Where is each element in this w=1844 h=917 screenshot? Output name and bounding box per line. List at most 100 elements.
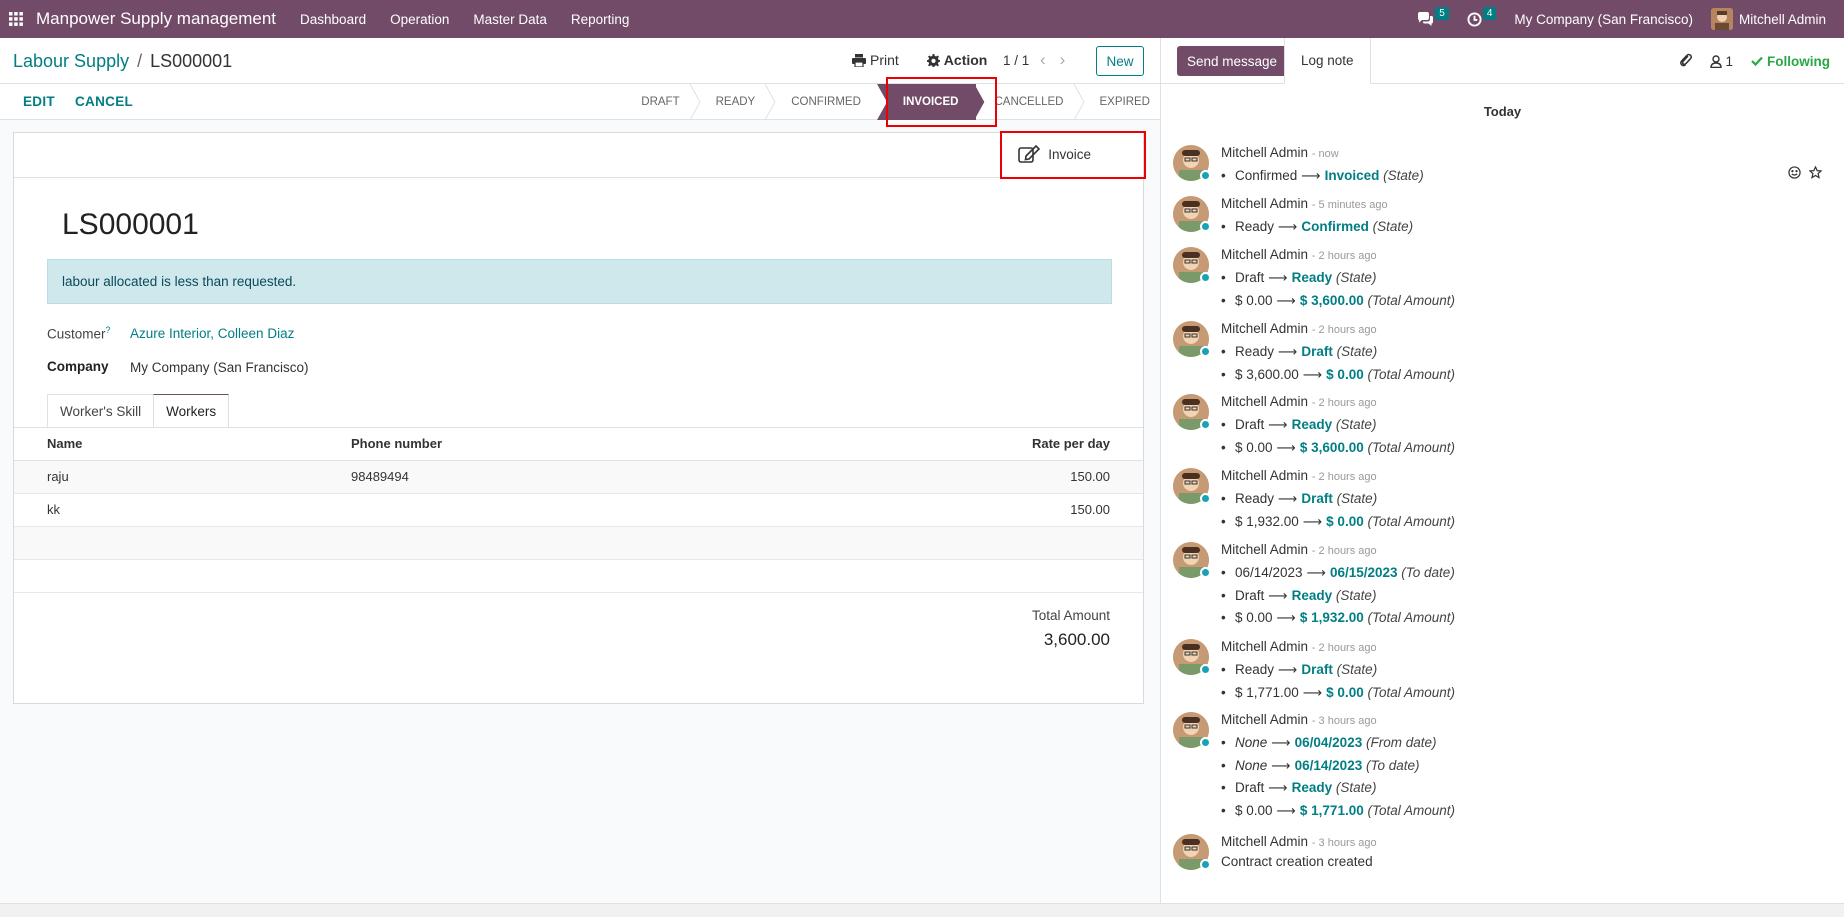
stage-invoiced-label: INVOICED (902, 96, 959, 108)
breadcrumb-parent[interactable]: Labour Supply (13, 51, 129, 72)
new-value: $ 3,600.00 (1299, 439, 1364, 455)
action-dropdown[interactable]: Action (926, 52, 987, 68)
menu-reporting[interactable]: Reporting (559, 12, 642, 27)
author-name[interactable]: Mitchell Admin (1221, 834, 1308, 849)
online-status-icon (1200, 170, 1211, 181)
stage-invoiced[interactable]: INVOICED (876, 84, 985, 120)
followers-button[interactable]: 1 (1710, 54, 1733, 69)
pager-value[interactable]: 1 / 1 (1003, 53, 1029, 68)
message-actions (1788, 165, 1823, 182)
online-status-icon (1200, 346, 1211, 357)
menu-operation[interactable]: Operation (378, 12, 461, 27)
following-button[interactable]: Following (1751, 54, 1830, 69)
app-brand[interactable]: Manpower Supply management (36, 9, 276, 29)
stage-expired[interactable]: EXPIRED (1080, 84, 1161, 120)
tracking-value: None⟶06/14/2023 (To date) (1221, 755, 1455, 778)
author-name[interactable]: Mitchell Admin (1221, 712, 1308, 727)
stage-confirmed[interactable]: CONFIRMED (771, 84, 877, 120)
send-message-button[interactable]: Send message (1177, 46, 1288, 76)
stage-expired-label: EXPIRED (1099, 96, 1151, 108)
breadcrumb-separator: / (137, 51, 143, 71)
total-amount-value: 3,600.00 (1043, 630, 1110, 649)
message-author: Mitchell Admin - now (1221, 145, 1339, 160)
old-value: Confirmed (1235, 168, 1298, 183)
tracking-value: 06/14/2023⟶06/15/2023 (To date) (1221, 562, 1455, 585)
author-name[interactable]: Mitchell Admin (1221, 321, 1308, 336)
message-time: - 3 hours ago (1311, 715, 1377, 727)
print-dropdown[interactable]: Print (852, 52, 899, 68)
apps-menu-icon[interactable] (0, 0, 32, 38)
company-switcher[interactable]: My Company (San Francisco) (1514, 12, 1693, 27)
gear-icon (926, 53, 940, 67)
company-value: My Company (San Francisco) (130, 360, 309, 375)
tracking-value: None⟶06/04/2023 (From date) (1221, 732, 1455, 755)
stage-draft[interactable]: DRAFT (621, 84, 701, 120)
arrow-right-icon: ⟶ (1271, 757, 1291, 773)
breadcrumb-current: LS000001 (150, 51, 233, 71)
cell-name: raju (14, 460, 318, 494)
author-name[interactable]: Mitchell Admin (1221, 247, 1308, 262)
tab-workers-skill[interactable]: Worker's Skill (47, 394, 155, 428)
stage-cancelled[interactable]: CANCELLED (976, 84, 1085, 120)
customer-help-icon[interactable]: ? (106, 325, 111, 335)
new-value: Draft (1301, 662, 1333, 677)
new-value: Ready (1291, 270, 1333, 285)
log-note-button[interactable]: Log note (1284, 38, 1371, 84)
message-time: - 2 hours ago (1311, 250, 1377, 262)
field-name: (State) (1335, 780, 1377, 795)
activities-systray[interactable]: 4 (1467, 6, 1497, 27)
pager-previous-icon[interactable]: ‹ (1040, 50, 1046, 70)
column-phone[interactable]: Phone number (318, 428, 749, 461)
star-icon[interactable] (1808, 165, 1823, 182)
tracking-value: $ 3,600.00⟶$ 0.00 (Total Amount) (1221, 364, 1455, 387)
invoice-smart-button[interactable]: Invoice (1018, 145, 1091, 163)
messages-badge: 5 (1435, 6, 1449, 20)
field-name: (Total Amount) (1367, 513, 1456, 529)
empty-row (14, 559, 1143, 593)
table-row[interactable]: kk 150.00 (14, 493, 1143, 527)
status-stages: DRAFT READY CONFIRMED INVOICED CANCELLED… (621, 84, 1160, 120)
record-name: LS000001 (62, 208, 199, 241)
author-name[interactable]: Mitchell Admin (1221, 468, 1308, 483)
menu-dashboard[interactable]: Dashboard (288, 12, 378, 27)
arrow-right-icon: ⟶ (1268, 417, 1288, 432)
table-row[interactable]: raju 98489494 150.00 (14, 460, 1143, 494)
user-menu[interactable]: Mitchell Admin (1710, 8, 1826, 30)
status-bar: EDIT CANCEL DRAFT READY CONFIRMED INVOIC… (0, 84, 1160, 120)
new-value: $ 0.00 (1326, 366, 1364, 382)
stage-draft-label: DRAFT (641, 96, 680, 108)
message-author: Mitchell Admin - 2 hours ago (1221, 542, 1377, 557)
tab-workers[interactable]: Workers (153, 394, 230, 428)
today-separator: Today (1483, 104, 1522, 119)
paperclip-icon[interactable] (1679, 52, 1693, 70)
empty-row (14, 526, 1143, 560)
stage-confirmed-label: CONFIRMED (791, 96, 861, 108)
print-icon (852, 53, 866, 67)
new-button[interactable]: New (1096, 46, 1144, 76)
followers-count: 1 (1725, 53, 1733, 69)
cancel-button[interactable]: CANCEL (75, 94, 133, 109)
arrow-right-icon: ⟶ (1278, 219, 1298, 234)
horizontal-scrollbar[interactable] (0, 903, 1844, 917)
pager-next-icon[interactable]: › (1060, 50, 1066, 70)
messages-systray[interactable]: 5 (1417, 6, 1449, 27)
column-rate[interactable]: Rate per day (748, 428, 1143, 461)
field-name: (State) (1336, 344, 1378, 359)
author-name[interactable]: Mitchell Admin (1221, 145, 1308, 160)
new-value: $ 0.00 (1326, 513, 1364, 529)
message-time: - 2 hours ago (1311, 545, 1377, 557)
author-name[interactable]: Mitchell Admin (1221, 639, 1308, 654)
stage-ready[interactable]: READY (696, 84, 776, 120)
author-name[interactable]: Mitchell Admin (1221, 196, 1308, 211)
cell-name: kk (14, 493, 318, 527)
column-name[interactable]: Name (14, 428, 318, 461)
emoji-icon[interactable] (1788, 166, 1801, 182)
menu-master-data[interactable]: Master Data (461, 12, 559, 27)
customer-value[interactable]: Azure Interior, Colleen Diaz (130, 326, 294, 341)
field-name: (From date) (1365, 735, 1437, 750)
notebook-tabs: Worker's Skill Workers (47, 394, 230, 428)
chatter-topbar: Send message Log note 1 Following (1161, 38, 1844, 84)
author-name[interactable]: Mitchell Admin (1221, 542, 1308, 557)
author-name[interactable]: Mitchell Admin (1221, 394, 1308, 409)
edit-button[interactable]: EDIT (23, 94, 55, 109)
